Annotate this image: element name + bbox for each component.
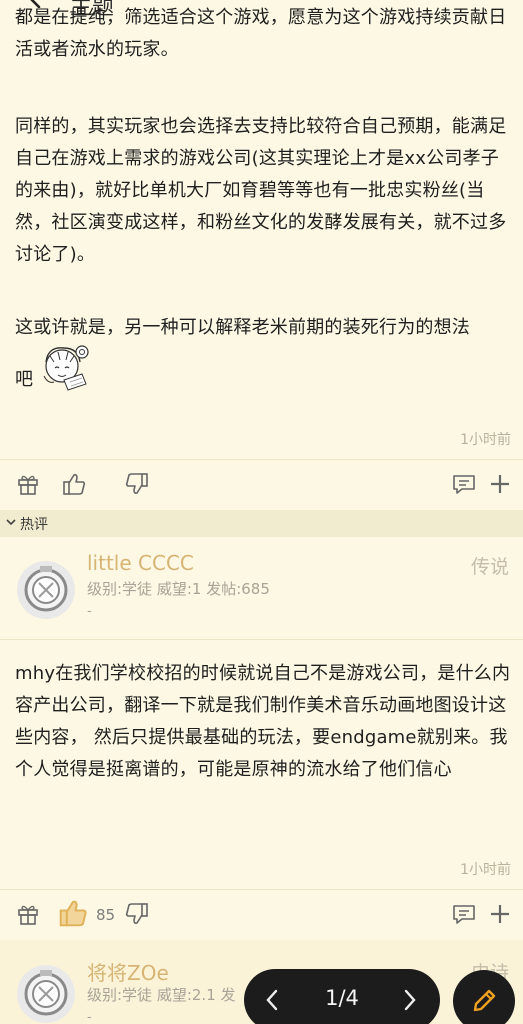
user-signature: - [87, 1010, 92, 1024]
post-paragraph-1: 都是在提纯，筛选适合这个游戏，愿意为这个游戏持续贡献日活或者流水的玩家。 [15, 7, 507, 60]
user-meta: 级别:学徒 威望:2.1 发 [87, 986, 236, 1004]
comment-username[interactable]: little CCCC [87, 551, 194, 575]
divider [0, 639, 523, 640]
sticker-emoji-image [43, 345, 89, 391]
divider [0, 459, 523, 460]
comment-icon[interactable] [451, 471, 477, 497]
comment-timestamp: 1小时前 [460, 862, 511, 878]
gift-icon[interactable] [15, 471, 41, 497]
comment-body: mhy在我们学校校招的时候就说自己不是游戏公司，是什么内容产出公司，翻译一下就是… [15, 663, 511, 780]
post-paragraph-2: 同样的，其实玩家也会选择去支持比较符合自己预期，能满足自己在游戏上需求的游戏公司… [15, 116, 507, 265]
thumbs-down-icon[interactable] [124, 901, 150, 927]
divider [0, 889, 523, 890]
default-avatar-icon[interactable] [16, 560, 76, 620]
rank-badge: 传说 [470, 556, 509, 578]
thumbs-down-icon[interactable] [124, 471, 150, 497]
write-reply-button[interactable] [453, 970, 515, 1024]
chevron-down-icon [6, 519, 16, 526]
like-count: 85 [96, 906, 116, 924]
comment-icon[interactable] [451, 901, 477, 927]
thumbs-up-icon[interactable] [61, 471, 87, 497]
page-navigator: 1/4 [244, 969, 440, 1024]
thumbs-up-icon[interactable] [57, 897, 89, 929]
post-timestamp: 1小时前 [460, 432, 511, 448]
comment-username[interactable]: 将将ZOe [87, 957, 169, 986]
gift-icon[interactable] [15, 901, 41, 927]
default-avatar-icon[interactable] [16, 964, 76, 1024]
comment-header: little CCCC 级别:学徒 威望:1 发帖:685 - 传说 [0, 538, 523, 638]
plus-icon[interactable] [487, 901, 513, 927]
section-label: 热评 [20, 517, 48, 533]
pencil-icon [473, 989, 496, 1012]
comment-action-bar: 85 [0, 897, 523, 933]
plus-icon[interactable] [487, 471, 513, 497]
user-meta: 级别:学徒 威望:1 发帖:685 [87, 580, 270, 598]
post-action-bar [0, 467, 523, 503]
hot-comments-header[interactable]: 热评 [0, 510, 523, 537]
user-signature: - [87, 604, 92, 619]
chevron-right-icon[interactable] [402, 988, 418, 1012]
